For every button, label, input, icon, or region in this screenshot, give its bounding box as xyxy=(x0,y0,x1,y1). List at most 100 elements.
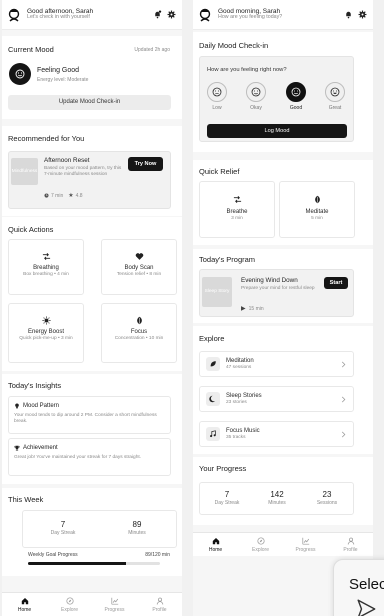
program-card[interactable]: Sleep Story Evening Wind Down Prepare yo… xyxy=(199,269,354,317)
stat-label: Sessions xyxy=(316,500,338,506)
relief-name: Breathe xyxy=(226,209,248,215)
explore-item-name: Sleep Stories xyxy=(226,392,262,399)
nav-progress[interactable]: Progress xyxy=(100,597,130,613)
stat-value: 7 xyxy=(224,490,230,499)
chevron-right-icon xyxy=(341,431,346,437)
nav-progress[interactable]: Progress xyxy=(291,537,321,553)
progress-stats: 7 Day Streak 142 Minutes 23 Sessions xyxy=(199,482,354,515)
nav-profile[interactable]: Profile xyxy=(145,597,175,613)
explore-meditation[interactable]: Meditation 47 sessions xyxy=(199,351,354,377)
stat-label: Minutes xyxy=(268,500,286,506)
insight-title: Mood Pattern xyxy=(23,403,60,409)
shuffle-icon xyxy=(42,253,50,260)
grin-icon xyxy=(330,87,340,97)
recommended-section: Recommended for You Mindfulness Afternoo… xyxy=(2,126,182,216)
mood-option-good[interactable]: Good xyxy=(284,82,308,111)
weekly-goal-label: Weekly Goal Progress xyxy=(28,552,78,558)
program-title: Today's Program xyxy=(199,255,256,264)
progress-title: Your Progress xyxy=(199,464,247,473)
stat-value: 23 xyxy=(322,490,332,499)
clock-icon xyxy=(44,193,49,198)
moon-icon xyxy=(209,395,215,403)
minutes-value: 89 xyxy=(132,520,142,529)
mood-option-label: Good xyxy=(289,105,303,111)
quick-action-energy-boost[interactable]: Energy Boost Quick pick-me-up • 3 min xyxy=(8,303,84,363)
chevron-right-icon xyxy=(341,361,346,367)
nav-profile[interactable]: Profile xyxy=(336,537,366,553)
mood-option-low[interactable]: Low xyxy=(205,82,229,111)
checkin-card: How are you feeling right now? Low Okay … xyxy=(199,56,354,142)
nav-home[interactable]: Home xyxy=(201,537,231,553)
home-icon xyxy=(21,597,28,604)
mood-option-label: Okay xyxy=(250,105,262,111)
insight-text: Great job! You've maintained your streak… xyxy=(14,455,142,460)
relief-duration: 3 min xyxy=(231,216,243,221)
recommended-item-title: Afternoon Reset xyxy=(44,157,90,164)
streak-label: Day Streak xyxy=(50,530,76,536)
quick-action-breathing[interactable]: Breathing Box breathing • 4 min xyxy=(8,239,84,295)
lightbulb-icon xyxy=(15,403,19,409)
music-icon xyxy=(210,430,216,438)
nav-explore-label: Explore xyxy=(61,606,78,613)
try-now-button[interactable]: Try Now xyxy=(128,157,163,171)
log-mood-button[interactable]: Log Mood xyxy=(207,124,347,138)
this-week-title: This Week xyxy=(8,495,44,504)
stat-value: 142 xyxy=(270,490,284,499)
mood-option-great[interactable]: Great xyxy=(323,82,347,111)
relief-name: Meditate xyxy=(305,209,329,215)
quick-action-desc: Tension relief • 8 min xyxy=(116,272,162,277)
insight-text: Your mood tends to dip around 2 PM. Cons… xyxy=(14,413,157,425)
sad-face-icon xyxy=(212,87,222,97)
neutral-face-icon xyxy=(251,87,261,97)
explore-sleep-stories[interactable]: Sleep Stories 23 stories xyxy=(199,386,354,412)
recommended-rating: 4.8 xyxy=(75,192,83,199)
start-button[interactable]: Start xyxy=(324,277,348,289)
star-icon: ★ xyxy=(68,193,74,199)
explore-section: Explore Meditation 47 sessions Sleep Stor… xyxy=(193,326,373,454)
nav-profile-label: Profile xyxy=(343,546,358,553)
quick-action-name: Breathing xyxy=(33,265,59,271)
send-arrow-icon xyxy=(357,599,376,616)
leaf-icon xyxy=(314,195,320,204)
recommended-item-desc: Based on your mood pattern, try this 7-m… xyxy=(44,166,122,178)
nav-explore[interactable]: Explore xyxy=(246,536,276,553)
explore-item-sub: 47 sessions xyxy=(226,364,252,370)
recommended-meta: 7 min ★ 4.8 xyxy=(44,192,83,199)
relief-breathe[interactable]: Breathe 3 min xyxy=(199,181,275,238)
compass-icon xyxy=(256,536,265,545)
bell-icon[interactable] xyxy=(344,10,353,19)
header: Good afternoon, Sarah Let's check in wit… xyxy=(2,0,182,30)
nav-home[interactable]: Home xyxy=(10,597,40,613)
mood-option-label: Low xyxy=(212,105,222,111)
current-mood-title: Current Mood xyxy=(8,45,54,54)
quick-action-name: Focus xyxy=(130,329,148,335)
mood-option-okay[interactable]: Okay xyxy=(244,82,268,111)
leaf-icon xyxy=(210,361,216,367)
nav-explore-label: Explore xyxy=(252,546,269,553)
nav-progress-label: Progress xyxy=(104,606,125,613)
gear-icon[interactable] xyxy=(358,10,367,19)
heart-icon xyxy=(135,253,143,260)
smile-icon xyxy=(15,69,25,79)
gear-icon[interactable] xyxy=(167,10,176,19)
quick-action-focus[interactable]: Focus Concentration • 10 min xyxy=(101,303,177,363)
nav-explore[interactable]: Explore xyxy=(55,596,85,613)
recommended-card[interactable]: Mindfulness Afternoon Reset Based on you… xyxy=(8,151,171,209)
relief-duration: 5 min xyxy=(311,216,323,221)
select-popup[interactable]: Selec xyxy=(333,559,384,616)
weekly-goal-track xyxy=(28,562,160,565)
bottom-nav: Home Explore Progress Profile xyxy=(2,592,182,616)
greeting-subtitle: Let's check in with yourself xyxy=(27,14,90,21)
quick-action-body-scan[interactable]: Body Scan Tension relief • 8 min xyxy=(101,239,177,295)
program-duration: 15 min xyxy=(248,305,264,312)
bell-icon[interactable] xyxy=(153,10,162,19)
weekly-goal-fill xyxy=(28,562,126,565)
explore-focus-music[interactable]: Focus Music 35 tracks xyxy=(199,421,354,447)
right-screen: Good morning, Sarah How are you feeling … xyxy=(193,0,373,616)
relief-meditate[interactable]: Meditate 5 min xyxy=(279,181,355,238)
quick-action-desc: Concentration • 10 min xyxy=(114,336,164,341)
explore-item-sub: 23 stories xyxy=(226,399,247,405)
left-screen: Good afternoon, Sarah Let's check in wit… xyxy=(2,0,182,616)
mood-label: Feeling Good xyxy=(37,67,80,74)
update-mood-button[interactable]: Update Mood Check-in xyxy=(8,95,171,110)
